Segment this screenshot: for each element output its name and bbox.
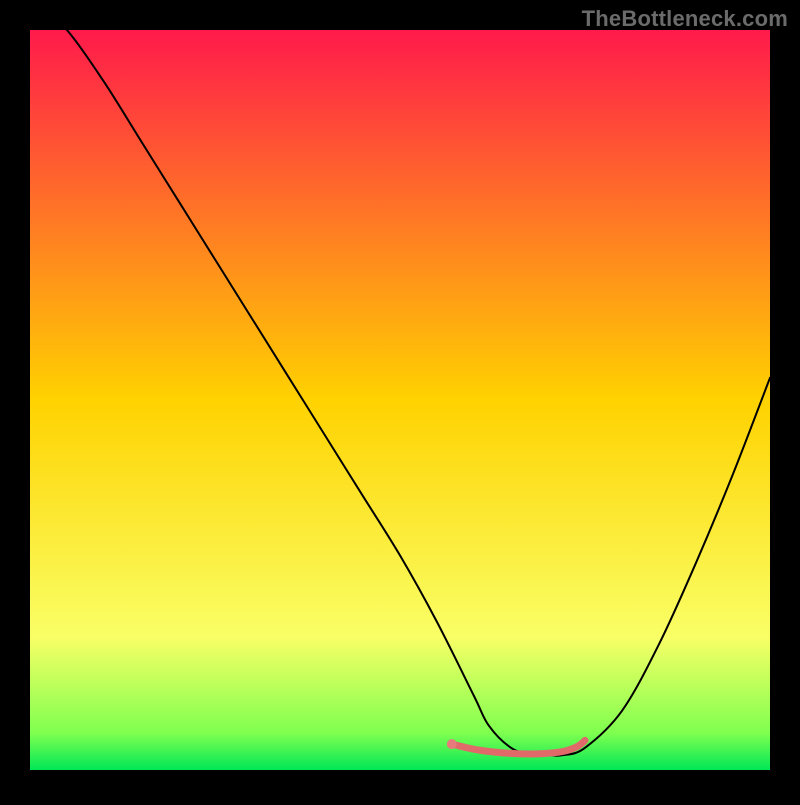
watermark-label: TheBottleneck.com bbox=[582, 6, 788, 32]
bottleneck-chart bbox=[0, 0, 800, 800]
series-optimal_range-start-marker bbox=[447, 739, 457, 749]
chart-container bbox=[0, 0, 800, 800]
